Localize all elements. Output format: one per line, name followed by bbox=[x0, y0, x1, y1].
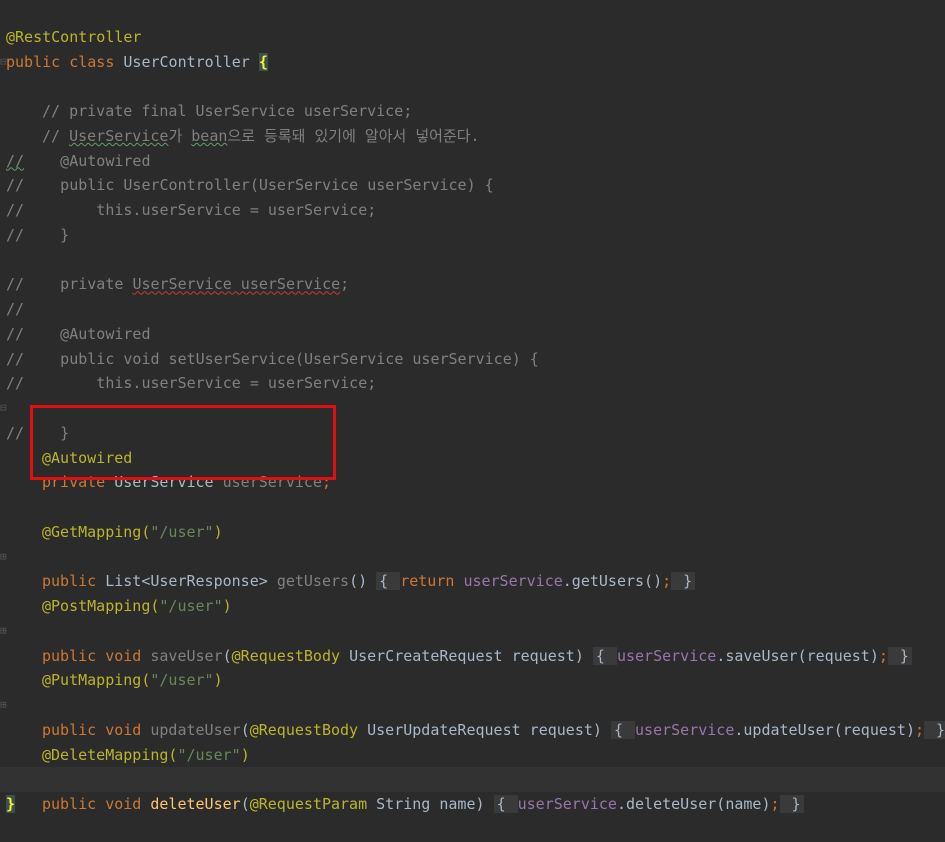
fold-marker-icon[interactable]: ⊞ bbox=[0, 545, 8, 570]
code-line-1[interactable]: @RestController bbox=[0, 0, 945, 46]
fold-marker-icon[interactable]: ⊟ bbox=[0, 50, 8, 75]
code-line-19[interactable]: private UserService userService; bbox=[0, 446, 945, 491]
code-line-14[interactable]: // public void setUserService(UserServic… bbox=[0, 322, 945, 368]
code-text: private UserService userService; bbox=[42, 473, 331, 492]
code-line-21[interactable]: @GetMapping("/user") bbox=[0, 495, 945, 541]
code-line-12[interactable]: // bbox=[0, 272, 945, 318]
code-line-9[interactable]: // } bbox=[0, 198, 945, 244]
code-editor[interactable]: @RestController public class UserControl… bbox=[0, 0, 945, 813]
code-line-5[interactable]: // UserService가 bean으로 등록돼 있기에 알아서 넣어준다. bbox=[0, 99, 945, 145]
matched-brace: } bbox=[6, 795, 16, 813]
code-line-31[interactable]: ⊞ public void deleteUser(@RequestParam S… bbox=[0, 743, 945, 813]
fold-marker-icon[interactable]: ⊞ bbox=[0, 693, 8, 718]
code-line-7[interactable]: // public UserController(UserService use… bbox=[0, 149, 945, 194]
code-line-30[interactable]: @DeleteMapping("/user") bbox=[0, 718, 945, 764]
code-line-27[interactable]: @PutMapping("/user") bbox=[0, 644, 945, 689]
folded-region-start: { bbox=[493, 795, 518, 813]
code-line-2[interactable]: public class UserController { bbox=[0, 25, 945, 71]
code-line-22[interactable]: ⊞ public List<UserResponse> getUsers() {… bbox=[0, 520, 945, 591]
code-line-11[interactable]: // private UserService userService; bbox=[0, 248, 945, 293]
code-line-8[interactable]: // this.userService = userService; bbox=[0, 173, 945, 219]
code-line-18[interactable]: @Autowired bbox=[0, 421, 945, 467]
code-line-13[interactable]: // @Autowired bbox=[0, 297, 945, 343]
code-line-24[interactable]: @PostMapping("/user") bbox=[0, 569, 945, 615]
code-text: // } bbox=[6, 225, 70, 244]
code-line-15[interactable]: // this.userService = userService; bbox=[0, 347, 945, 392]
code-line-3[interactable]: ⊟ // private final UserService userServi… bbox=[0, 50, 945, 121]
code-line-32[interactable]: } bbox=[0, 767, 945, 813]
code-line-28[interactable]: ⊞ public void updateUser(@RequestBody Us… bbox=[0, 668, 945, 739]
code-line-6[interactable]: // @Autowired bbox=[0, 124, 945, 170]
folded-region-end: } bbox=[779, 795, 804, 813]
code-line-25[interactable]: ⊞ public void saveUser(@RequestBody User… bbox=[0, 594, 945, 665]
fold-marker-icon[interactable]: ⊞ bbox=[0, 619, 8, 644]
fold-marker-icon[interactable]: ⊟ bbox=[0, 396, 8, 421]
code-line-16[interactable]: ⊟ // } bbox=[0, 371, 945, 442]
